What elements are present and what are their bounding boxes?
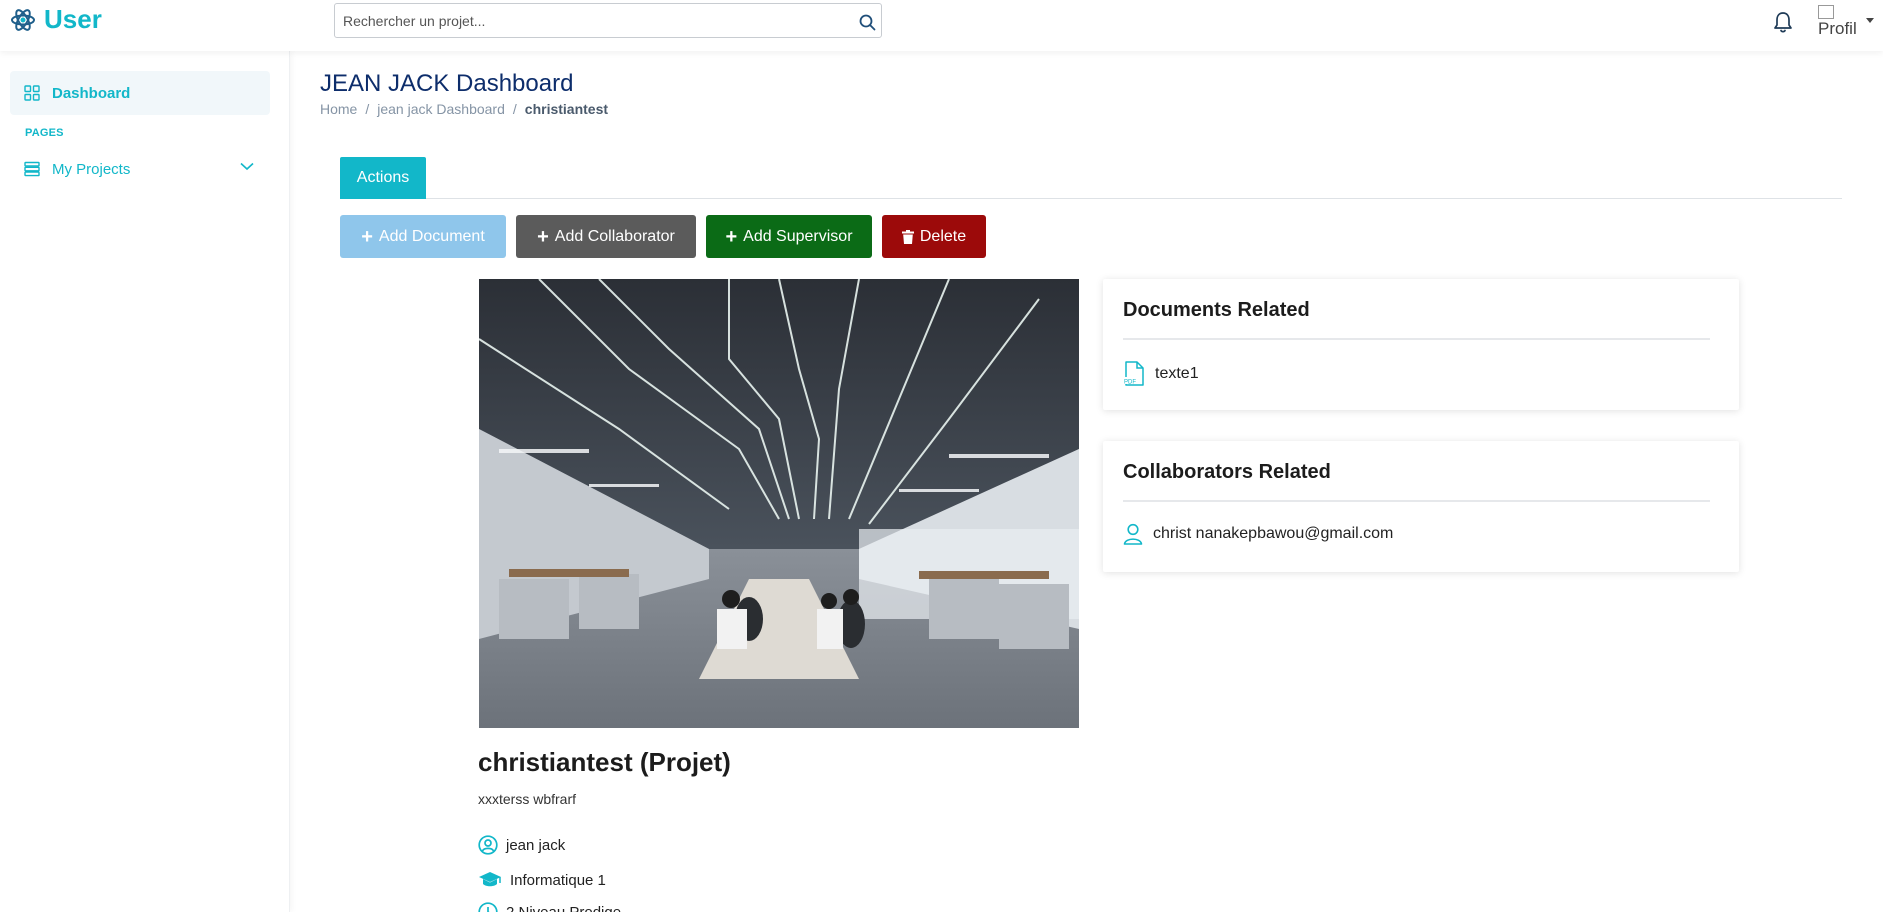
office-photo bbox=[479, 279, 1079, 728]
add-document-label: Add Document bbox=[378, 227, 485, 245]
plus-icon: + bbox=[537, 225, 549, 248]
svg-text:PDF: PDF bbox=[1124, 380, 1136, 386]
avatar-alt-text: Profil bbox=[1818, 19, 1857, 38]
avatar[interactable]: Profil bbox=[1818, 3, 1862, 39]
breadcrumb-separator: / bbox=[365, 101, 370, 117]
project-class-name: Informatique 1 bbox=[510, 871, 606, 889]
tab-actions[interactable]: Actions bbox=[340, 157, 426, 199]
sidebar-item-my-projects[interactable]: My Projects bbox=[24, 152, 260, 186]
plus-icon: + bbox=[361, 225, 373, 248]
documents-related-card: Documents Related PDF texte1 bbox=[1103, 279, 1739, 410]
project-description: xxxterss wbfrarf bbox=[478, 791, 577, 807]
top-navbar: User Profil bbox=[0, 0, 1883, 51]
add-document-button[interactable]: + Add Document bbox=[340, 215, 506, 258]
document-item[interactable]: PDF texte1 bbox=[1123, 361, 1199, 387]
add-supervisor-label: Add Supervisor bbox=[743, 227, 853, 245]
project-owner: jean jack bbox=[478, 835, 565, 855]
search-icon bbox=[859, 14, 875, 30]
brand[interactable]: User bbox=[10, 4, 102, 35]
sidebar-item-dashboard[interactable]: Dashboard bbox=[10, 71, 270, 115]
search-box bbox=[334, 3, 882, 38]
breadcrumb-current: christiantest bbox=[524, 101, 609, 117]
stack-icon bbox=[24, 161, 40, 177]
project-owner-name: jean jack bbox=[506, 836, 566, 854]
sidebar: Dashboard PAGES My Projects bbox=[0, 51, 290, 912]
clock-icon bbox=[478, 902, 498, 912]
card-title: Collaborators Related bbox=[1123, 461, 1331, 483]
project-class: Informatique 1 bbox=[478, 871, 606, 889]
delete-label: Delete bbox=[919, 227, 967, 245]
document-name: texte1 bbox=[1155, 365, 1199, 382]
project-level: 2 Niveau Prodige bbox=[478, 902, 621, 912]
breadcrumb: Home / jean jack Dashboard / christiante… bbox=[320, 101, 608, 117]
project-image bbox=[479, 279, 1079, 728]
breadcrumb-dashboard[interactable]: jean jack Dashboard bbox=[377, 101, 505, 117]
divider bbox=[1123, 338, 1710, 340]
user-circle-icon bbox=[478, 835, 498, 855]
caret-down-icon[interactable] bbox=[1866, 18, 1874, 23]
brand-name: User bbox=[44, 4, 102, 34]
broken-image-icon bbox=[1818, 5, 1834, 19]
breadcrumb-separator: / bbox=[512, 101, 517, 117]
delete-button[interactable]: Delete bbox=[882, 215, 986, 258]
atom-logo-icon bbox=[11, 8, 35, 31]
collaborator-item[interactable]: christ nanakepbawou@gmail.com bbox=[1123, 523, 1393, 545]
user-icon bbox=[1123, 523, 1143, 545]
trash-icon bbox=[901, 229, 914, 244]
add-collaborator-button[interactable]: + Add Collaborator bbox=[516, 215, 696, 258]
pdf-file-icon: PDF bbox=[1123, 361, 1144, 386]
collaborators-related-card: Collaborators Related christ nanakepbawo… bbox=[1103, 441, 1739, 572]
sidebar-section-heading: PAGES bbox=[25, 127, 64, 139]
project-level-text: 2 Niveau Prodige bbox=[506, 903, 622, 912]
tab-bar: Actions bbox=[340, 157, 1842, 199]
card-title: Documents Related bbox=[1123, 299, 1310, 321]
plus-icon: + bbox=[725, 225, 738, 248]
collaborator-name: christ nanakepbawou@gmail.com bbox=[1153, 525, 1394, 542]
sidebar-item-label: Dashboard bbox=[52, 84, 131, 102]
search-button[interactable] bbox=[855, 10, 879, 34]
graduation-cap-icon bbox=[479, 872, 501, 887]
page-title: JEAN JACK Dashboard bbox=[320, 70, 574, 97]
project-title: christiantest (Projet) bbox=[478, 747, 731, 777]
add-supervisor-button[interactable]: + Add Supervisor bbox=[706, 215, 872, 258]
breadcrumb-home[interactable]: Home bbox=[320, 101, 357, 117]
sidebar-item-label: My Projects bbox=[52, 160, 131, 178]
grid-icon bbox=[24, 85, 40, 101]
chevron-down-icon[interactable] bbox=[240, 162, 254, 171]
search-input[interactable] bbox=[335, 4, 835, 37]
divider bbox=[1123, 500, 1710, 502]
bell-icon[interactable] bbox=[1772, 10, 1794, 34]
add-collaborator-label: Add Collaborator bbox=[554, 227, 675, 245]
